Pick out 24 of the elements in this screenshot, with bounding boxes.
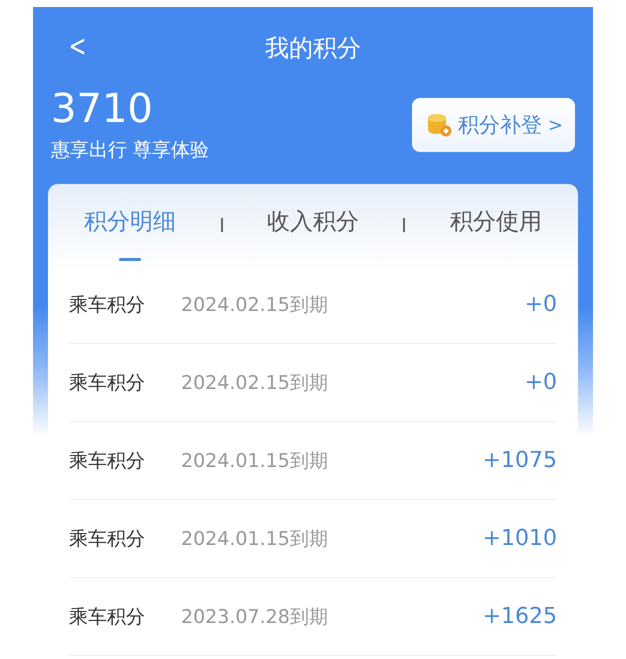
expiry-date: 2024.02.15到期 xyxy=(181,370,329,396)
expiry-date: 2024.01.15到期 xyxy=(181,526,329,552)
points-makeup-button[interactable]: 积分补登 > xyxy=(412,98,575,152)
points-change: +0 xyxy=(524,370,557,395)
expiry-date: 2024.02.15到期 xyxy=(181,292,329,318)
record-name: 乘车积分 xyxy=(69,604,146,630)
back-button[interactable]: < xyxy=(68,29,86,64)
points-change: +0 xyxy=(524,292,557,317)
points-change: +1010 xyxy=(482,526,557,551)
tab[interactable]: 积分使用 xyxy=(446,187,546,263)
record-name: 乘车积分 xyxy=(69,448,146,474)
expiry-date: 2024.01.15到期 xyxy=(181,448,329,474)
record-name: 乘车积分 xyxy=(69,526,146,552)
slogan: 惠享出行 尊享体验 xyxy=(51,138,210,163)
points-total: 3710 xyxy=(51,85,154,133)
tab[interactable]: 收入积分 xyxy=(262,187,363,263)
page-title: 我的积分 xyxy=(265,33,361,64)
record-name: 乘车积分 xyxy=(69,370,146,396)
points-change: +1625 xyxy=(482,604,557,629)
tab[interactable]: 积分明细 xyxy=(80,187,180,263)
points-change: +1075 xyxy=(482,448,557,473)
expiry-date: 2023.07.28到期 xyxy=(181,604,329,630)
record-name: 乘车积分 xyxy=(69,292,146,318)
coins-icon xyxy=(426,112,452,138)
